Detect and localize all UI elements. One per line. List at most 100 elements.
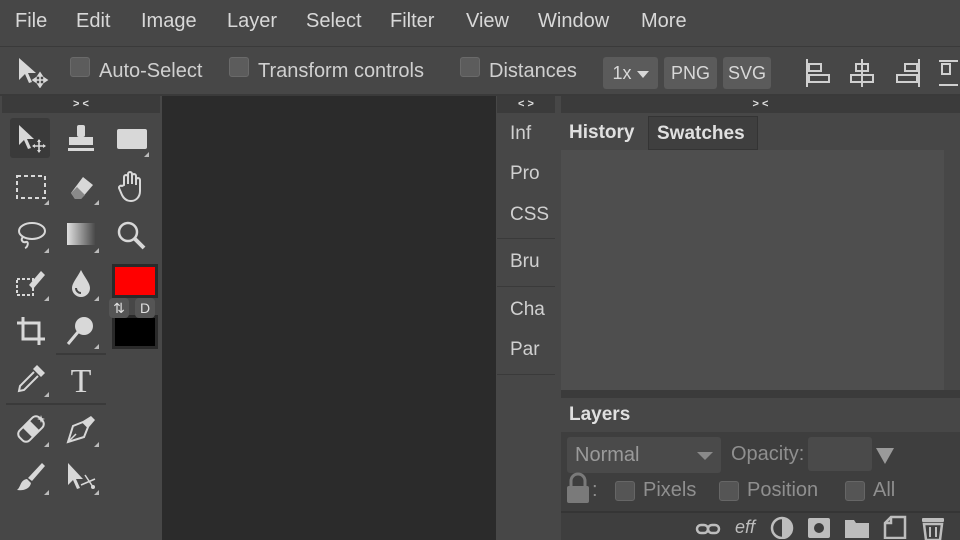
mini-css[interactable]: CSS <box>510 204 549 226</box>
align-right-icon[interactable] <box>894 58 922 93</box>
zoom-tool[interactable] <box>110 214 150 254</box>
tools-collapse-toggle[interactable]: > < <box>2 96 160 113</box>
mini-divider <box>497 374 555 375</box>
brush-tool[interactable] <box>10 456 50 496</box>
trash-icon[interactable] <box>921 515 945 540</box>
align-top-icon[interactable] <box>938 58 958 93</box>
scale-dropdown[interactable]: 1x <box>603 57 658 89</box>
menu-select[interactable]: Select <box>306 10 362 33</box>
pen-tool[interactable] <box>60 408 100 448</box>
menu-bar: File Edit Image Layer Select Filter View… <box>0 0 960 47</box>
export-svg-button[interactable]: SVG <box>723 57 771 89</box>
lock-colon: : <box>592 479 598 501</box>
options-bar: Auto-Select Transform controls Distances… <box>0 48 960 96</box>
tool-divider <box>6 403 106 405</box>
align-left-icon[interactable] <box>804 58 832 93</box>
shape-tool[interactable] <box>110 118 150 158</box>
chevron-down-icon <box>697 452 713 460</box>
lock-pixels-checkbox[interactable] <box>615 481 635 501</box>
path-select-tool[interactable] <box>60 456 100 496</box>
lock-icon <box>565 472 591 509</box>
blur-tool[interactable] <box>60 262 100 302</box>
mini-properties[interactable]: Pro <box>510 163 540 185</box>
move-tool-icon <box>16 56 50 93</box>
layers-panel-body: Normal Opacity: : Pixels Position All ef… <box>561 432 960 540</box>
layer-effects-icon[interactable]: eff <box>735 517 755 538</box>
hand-tool[interactable] <box>110 166 150 206</box>
submenu-corner <box>94 442 99 447</box>
crop-tool[interactable] <box>10 310 50 350</box>
background-color-swatch[interactable] <box>112 315 158 349</box>
marquee-tool[interactable] <box>10 166 50 206</box>
mini-panel: Inf Pro CSS Bru Cha Par <box>497 113 555 540</box>
export-png-button[interactable]: PNG <box>664 57 717 89</box>
submenu-corner <box>44 392 49 397</box>
mini-divider <box>497 286 555 287</box>
transform-controls-checkbox[interactable] <box>229 57 249 77</box>
lasso-tool[interactable] <box>10 214 50 254</box>
tab-layers[interactable]: Layers <box>561 398 641 432</box>
submenu-corner <box>44 296 49 301</box>
blend-mode-value: Normal <box>575 444 640 466</box>
tab-history[interactable]: History <box>561 116 647 150</box>
canvas-area[interactable] <box>162 96 496 540</box>
menu-image[interactable]: Image <box>141 10 197 33</box>
new-layer-icon[interactable] <box>883 515 907 540</box>
default-colors-button[interactable]: D <box>135 298 155 318</box>
lock-position-checkbox[interactable] <box>719 481 739 501</box>
folder-icon[interactable] <box>844 515 870 540</box>
opacity-input[interactable] <box>808 437 872 471</box>
menu-filter[interactable]: Filter <box>390 10 434 33</box>
foreground-color-swatch[interactable] <box>112 264 158 298</box>
submenu-corner <box>94 296 99 301</box>
mini-divider <box>497 238 555 239</box>
submenu-corner <box>144 152 149 157</box>
swap-colors-button[interactable]: ⇅ <box>109 298 129 318</box>
history-panel-body <box>561 150 944 390</box>
submenu-corner <box>94 490 99 495</box>
auto-select-label: Auto-Select <box>99 60 203 82</box>
auto-select-checkbox[interactable] <box>70 57 90 77</box>
healing-tool[interactable] <box>10 408 50 448</box>
opacity-label: Opacity: <box>731 443 805 465</box>
link-layers-icon[interactable] <box>695 519 721 540</box>
right-panel: History Swatches Layers Normal Opacity: … <box>561 113 960 540</box>
gradient-tool[interactable] <box>60 214 100 254</box>
quick-select-tool[interactable] <box>10 262 50 302</box>
submenu-corner <box>94 344 99 349</box>
menu-window[interactable]: Window <box>538 10 609 33</box>
menu-layer[interactable]: Layer <box>227 10 277 33</box>
tab-swatches[interactable]: Swatches <box>648 116 758 150</box>
move-tool[interactable] <box>10 118 50 158</box>
stamp-tool[interactable] <box>60 118 100 158</box>
dodge-tool[interactable] <box>60 310 100 350</box>
mini-brush[interactable]: Bru <box>510 251 540 273</box>
layer-mask-icon[interactable] <box>807 515 831 540</box>
adjustment-layer-icon[interactable] <box>769 515 795 540</box>
distances-checkbox[interactable] <box>460 57 480 77</box>
submenu-corner <box>94 200 99 205</box>
scale-value: 1x <box>612 63 632 83</box>
distances-label: Distances <box>489 60 577 82</box>
align-center-icon[interactable] <box>848 58 876 93</box>
mini-paragraph[interactable]: Par <box>510 339 540 361</box>
lock-position-label: Position <box>747 479 819 501</box>
opacity-dropdown-icon[interactable] <box>876 448 894 464</box>
submenu-corner <box>44 248 49 253</box>
layers-footer-divider <box>561 511 960 513</box>
menu-file[interactable]: File <box>15 10 47 33</box>
lock-all-checkbox[interactable] <box>845 481 865 501</box>
submenu-corner <box>44 200 49 205</box>
menu-edit[interactable]: Edit <box>76 10 110 33</box>
menu-view[interactable]: View <box>466 10 509 33</box>
mini-info[interactable]: Inf <box>510 123 531 145</box>
text-tool[interactable]: T <box>60 358 100 398</box>
panel-divider[interactable] <box>561 390 960 398</box>
menu-more[interactable]: More <box>641 10 687 33</box>
blend-mode-select[interactable]: Normal <box>567 437 721 473</box>
eyedropper-tool[interactable] <box>10 358 50 398</box>
mini-panel-collapse-toggle[interactable]: < > <box>497 96 555 113</box>
eraser-tool[interactable] <box>60 166 100 206</box>
mini-channels[interactable]: Cha <box>510 299 545 321</box>
right-panel-collapse-toggle[interactable]: > < <box>561 96 960 113</box>
